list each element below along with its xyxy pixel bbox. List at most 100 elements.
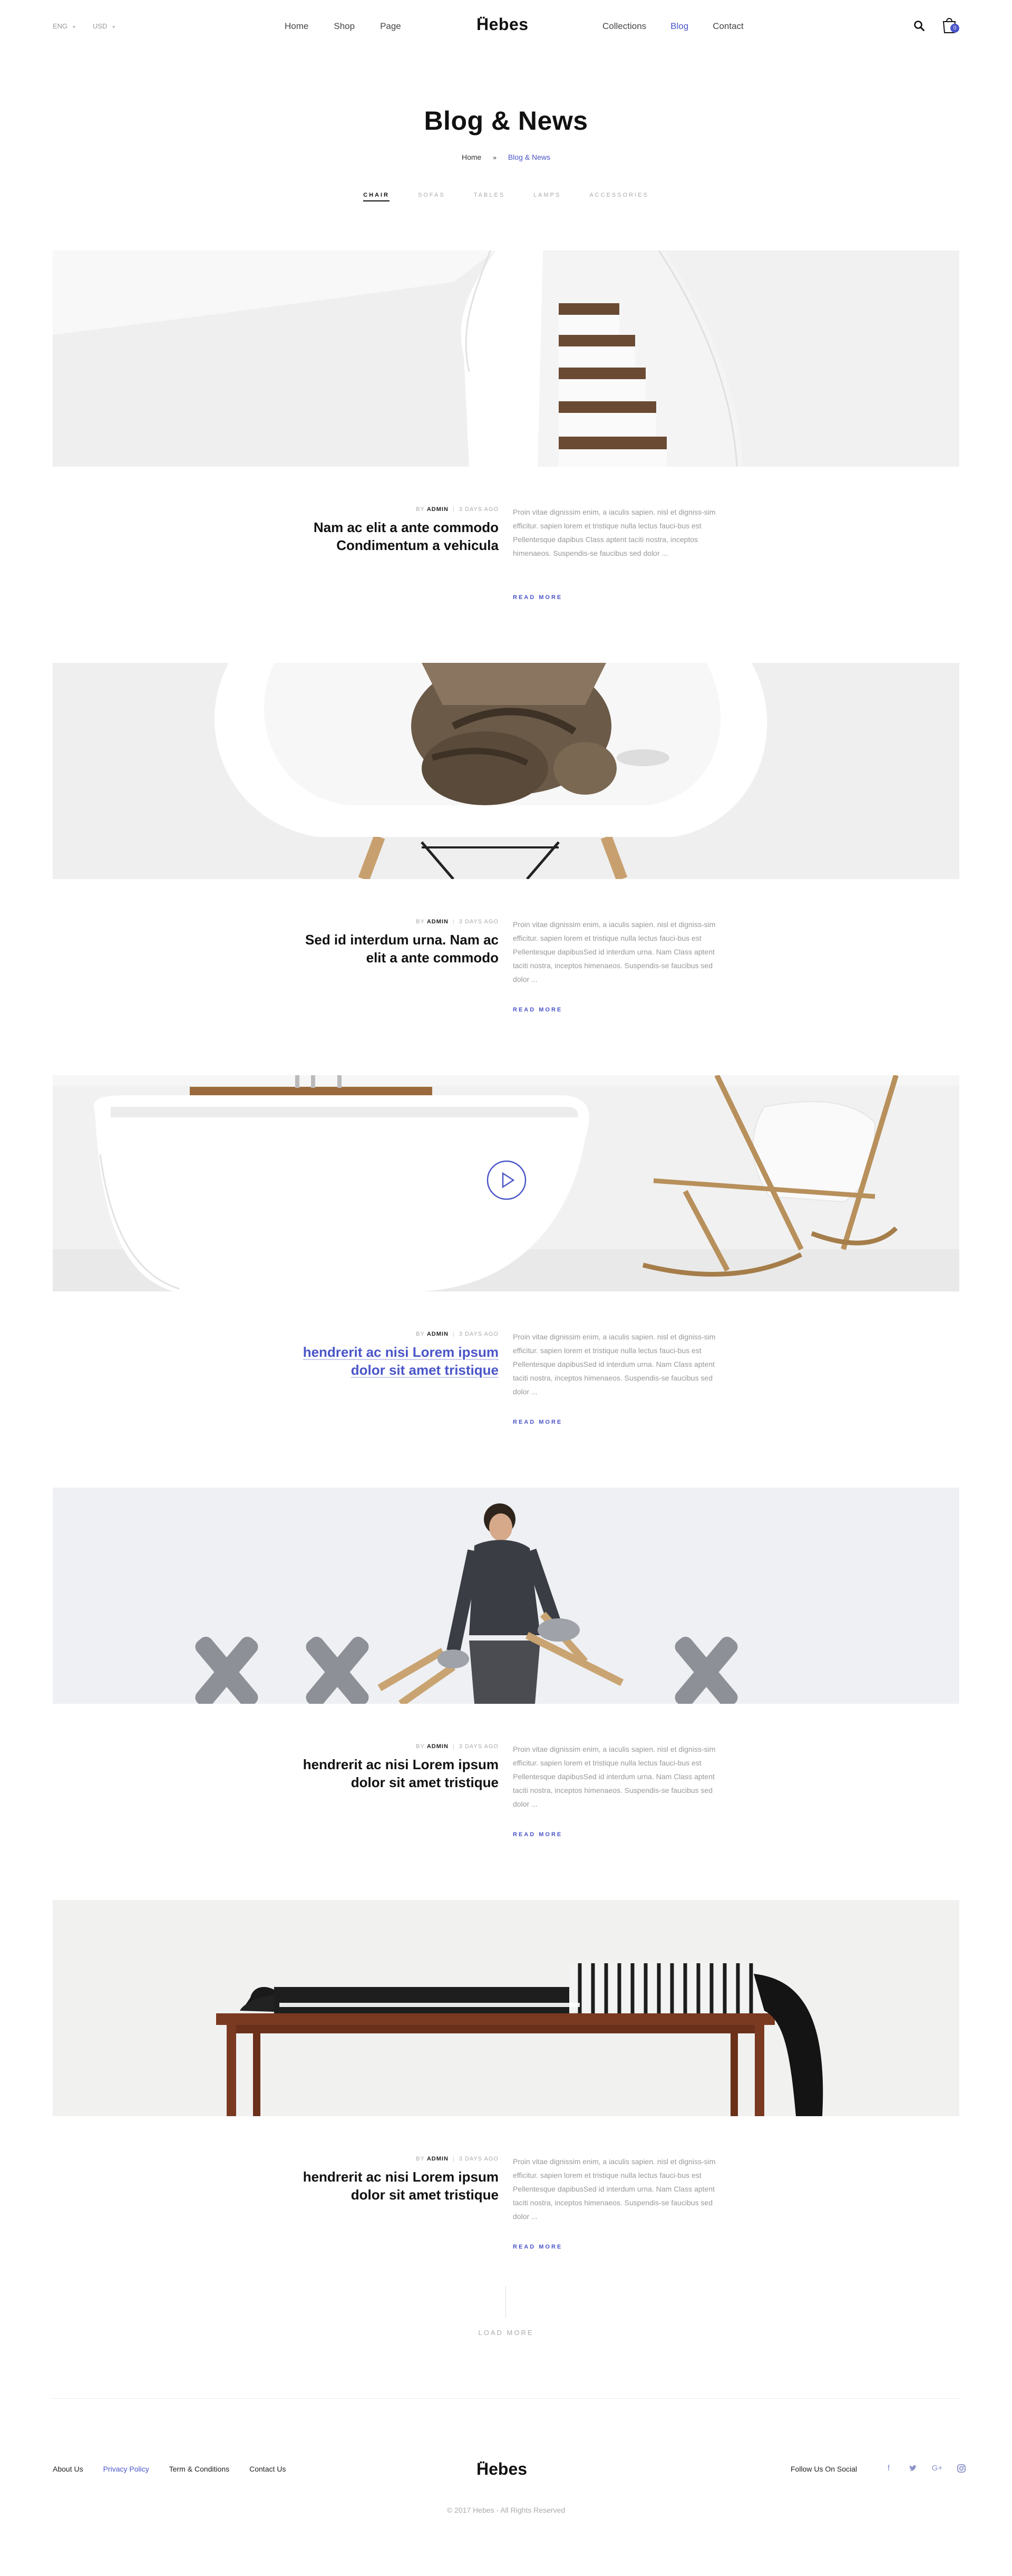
blog-post: BY ADMIN | 3 DAYS AGO hendrerit ac nisi Lor… xyxy=(53,1900,959,2312)
post-by: BY xyxy=(416,1331,425,1337)
breadcrumb-current: Blog & News xyxy=(508,153,550,161)
post-title-line-2: Condimentum a vehicula xyxy=(336,537,499,553)
post-date: 3 DAYS AGO xyxy=(459,1331,499,1337)
post-title-line-1: hendrerit ac nisi Lorem ipsum xyxy=(303,2169,499,2185)
post-meta: BY ADMIN | 3 DAYS AGO xyxy=(416,2156,499,2162)
copyright-text: © 2017 Hebes - All Rights Reserved xyxy=(446,2506,566,2514)
post-title[interactable]: Sed id interdum urna. Nam ac elit a ante … xyxy=(267,931,499,967)
main-nav-right: Collections Blog Contact xyxy=(602,21,744,32)
footer-link-about[interactable]: About Us xyxy=(53,2465,83,2473)
read-more-link[interactable]: READ MORE xyxy=(513,2244,562,2250)
chevron-down-icon: ▾ xyxy=(73,24,75,30)
instagram-icon[interactable] xyxy=(956,2463,967,2474)
post-by: BY xyxy=(416,2156,425,2162)
category-accessories[interactable]: ACCESSORIES xyxy=(589,192,648,201)
post-title-line-2: dolor sit amet tristique xyxy=(351,1774,499,1790)
post-image[interactable] xyxy=(53,250,959,467)
read-more-link[interactable]: READ MORE xyxy=(513,1007,562,1013)
post-meta: BY ADMIN | 3 DAYS AGO xyxy=(416,1743,499,1750)
site-logo[interactable]: •• Hebes xyxy=(476,13,529,34)
nav-page[interactable]: Page xyxy=(380,21,401,32)
cart-count-badge: 0 xyxy=(950,24,959,33)
footer-link-terms[interactable]: Term & Conditions xyxy=(169,2465,229,2473)
post-date: 3 DAYS AGO xyxy=(459,2156,499,2162)
post-by: BY xyxy=(416,1743,425,1750)
category-lamps[interactable]: LAMPS xyxy=(533,192,561,201)
blog-post: BY ADMIN | 3 DAYS AGO hendrerit ac nisi Lor… xyxy=(53,1488,959,1900)
post-image[interactable] xyxy=(53,1075,959,1291)
read-more-link[interactable]: READ MORE xyxy=(513,1419,562,1425)
category-sofas[interactable]: SOFAS xyxy=(418,192,445,201)
blog-post: BY ADMIN | 3 DAYS AGO Sed id interdum urna.… xyxy=(53,663,959,1075)
post-meta: BY ADMIN | 3 DAYS AGO xyxy=(416,919,499,925)
twitter-icon[interactable] xyxy=(907,2463,919,2474)
footer-divider xyxy=(53,2398,959,2399)
post-title-line-1: Nam ac elit a ante commodo xyxy=(313,519,499,535)
site-header: ENG ▾ USD ▾ Home Shop Page •• Hebes Collect… xyxy=(0,0,1012,53)
post-title[interactable]: hendrerit ac nisi Lorem ipsum dolor sit a… xyxy=(267,1343,499,1379)
breadcrumb-separator: » xyxy=(493,154,497,161)
post-title-line-1: hendrerit ac nisi Lorem ipsum xyxy=(303,1757,499,1772)
currency-label: USD xyxy=(93,22,108,30)
post-meta: BY ADMIN | 3 DAYS AGO xyxy=(416,1331,499,1337)
social-links: f G+ xyxy=(883,2463,967,2474)
breadcrumb-home[interactable]: Home xyxy=(462,153,481,161)
post-author[interactable]: ADMIN xyxy=(427,506,449,513)
read-more-link[interactable]: READ MORE xyxy=(513,594,562,601)
post-excerpt: Proin vitae dignissim enim, a iaculis sa… xyxy=(513,920,716,983)
post-excerpt: Proin vitae dignissim enim, a iaculis sa… xyxy=(513,1745,716,1808)
category-filter: CHAIR SOFAS TABLES LAMPS ACCESSORIES xyxy=(0,192,1012,201)
load-more-button[interactable]: LOAD MORE xyxy=(0,2329,1012,2337)
load-more-divider xyxy=(505,2286,506,2318)
main-nav-left: Home Shop Page xyxy=(285,21,401,32)
play-video-button[interactable] xyxy=(486,1160,527,1201)
post-title[interactable]: hendrerit ac nisi Lorem ipsum dolor sit a… xyxy=(267,1755,499,1791)
post-author[interactable]: ADMIN xyxy=(427,2156,449,2162)
logo-mark: •• xyxy=(480,2458,485,2466)
logo-mark: •• xyxy=(480,13,485,22)
post-meta: BY ADMIN | 3 DAYS AGO xyxy=(416,506,499,513)
post-title[interactable]: hendrerit ac nisi Lorem ipsum dolor sit a… xyxy=(267,2168,499,2204)
post-by: BY xyxy=(416,506,425,513)
post-title[interactable]: Nam ac elit a ante commodo Condimentum a … xyxy=(267,518,499,554)
post-date: 3 DAYS AGO xyxy=(459,1743,499,1750)
post-title-line-1: hendrerit ac nisi Lorem ipsum xyxy=(303,1344,499,1360)
breadcrumb: Home » Blog & News xyxy=(0,153,1012,161)
post-image[interactable] xyxy=(53,1900,959,2116)
post-title-line-2: dolor sit amet tristique xyxy=(351,2187,499,2203)
language-label: ENG xyxy=(53,22,68,30)
nav-contact[interactable]: Contact xyxy=(713,21,744,32)
nav-blog[interactable]: Blog xyxy=(670,21,688,32)
google-plus-icon[interactable]: G+ xyxy=(931,2463,943,2474)
post-author[interactable]: ADMIN xyxy=(427,1331,449,1337)
post-by: BY xyxy=(416,919,425,925)
footer-logo[interactable]: •• Hebes xyxy=(476,2458,527,2479)
blog-post: BY ADMIN | 3 DAYS AGO Nam ac elit a ante co… xyxy=(53,250,959,663)
facebook-icon[interactable]: f xyxy=(883,2463,894,2474)
follow-label: Follow Us On Social xyxy=(791,2465,858,2473)
currency-selector[interactable]: USD ▾ xyxy=(93,22,115,30)
language-selector[interactable]: ENG ▾ xyxy=(53,22,75,30)
category-tables[interactable]: TABLES xyxy=(474,192,505,201)
post-date: 3 DAYS AGO xyxy=(459,506,499,513)
footer-link-privacy[interactable]: Privacy Policy xyxy=(103,2465,149,2473)
post-date: 3 DAYS AGO xyxy=(459,919,499,925)
post-title-line-1: Sed id interdum urna. Nam ac xyxy=(305,932,499,948)
read-more-link[interactable]: READ MORE xyxy=(513,1831,562,1838)
page-title: Blog & News xyxy=(424,106,588,136)
post-author[interactable]: ADMIN xyxy=(427,919,449,925)
category-chair[interactable]: CHAIR xyxy=(363,192,390,201)
blog-post: BY ADMIN | 3 DAYS AGO hendrerit ac nisi Lor… xyxy=(53,1075,959,1488)
nav-collections[interactable]: Collections xyxy=(602,21,646,32)
post-excerpt: Proin vitae dignissim enim, a iaculis sa… xyxy=(513,2157,716,2221)
post-excerpt: Proin vitae dignissim enim, a iaculis sa… xyxy=(513,1333,716,1396)
nav-shop[interactable]: Shop xyxy=(334,21,355,32)
post-image[interactable] xyxy=(53,663,959,879)
post-excerpt: Proin vitae dignissim enim, a iaculis sa… xyxy=(513,508,716,557)
nav-home[interactable]: Home xyxy=(285,21,308,32)
footer-link-contact[interactable]: Contact Us xyxy=(249,2465,286,2473)
footer-links: About Us Privacy Policy Term & Condition… xyxy=(53,2465,286,2473)
post-image[interactable] xyxy=(53,1488,959,1704)
post-author[interactable]: ADMIN xyxy=(427,1743,449,1750)
search-icon[interactable] xyxy=(913,20,925,32)
